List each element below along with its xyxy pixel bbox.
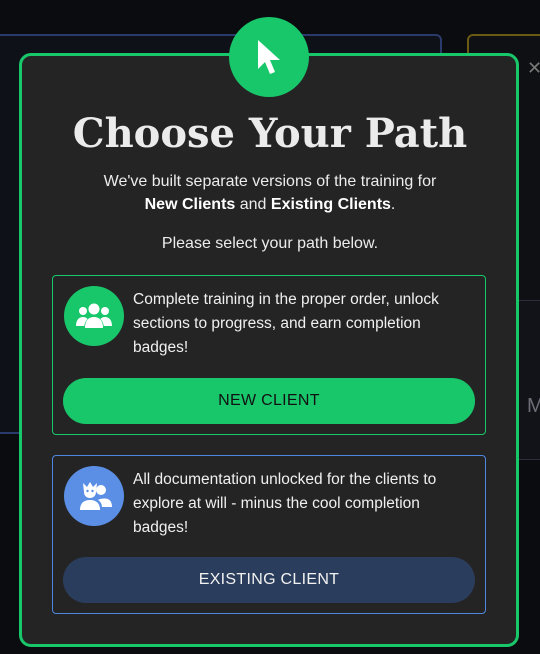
cursor-arrow-icon [258, 40, 280, 74]
modal-title: Choose Your Path [72, 110, 468, 157]
users-group-icon [76, 303, 112, 328]
cursor-badge [229, 17, 309, 97]
intro-line-2: New Clients and Existing Clients. [0, 193, 540, 216]
masks-icon [80, 482, 112, 510]
select-prompt: Please select your path below. [161, 235, 379, 252]
existing-client-icon-circle [64, 466, 124, 526]
background-text-fragment: M [527, 395, 540, 417]
existing-client-button[interactable]: EXISTING CLIENT [63, 557, 475, 603]
intro-line: We've built separate versions of the tra… [103, 173, 437, 190]
modal-intro: We've built separate versions of the tra… [0, 170, 540, 216]
new-client-icon-circle [64, 286, 124, 346]
existing-client-description: All documentation unlocked for the clien… [133, 471, 437, 536]
new-client-description: Complete training in the proper order, u… [133, 291, 439, 356]
intro-period: . [390, 196, 396, 213]
intro-existing-clients: Existing Clients [270, 196, 391, 213]
new-client-option: Complete training in the proper order, u… [52, 275, 486, 435]
background-close-icon: ✕ [527, 58, 540, 78]
existing-client-option: All documentation unlocked for the clien… [52, 455, 486, 614]
intro-and: and [235, 196, 271, 213]
new-client-button[interactable]: NEW CLIENT [63, 378, 475, 424]
intro-new-clients: New Clients [144, 196, 236, 213]
